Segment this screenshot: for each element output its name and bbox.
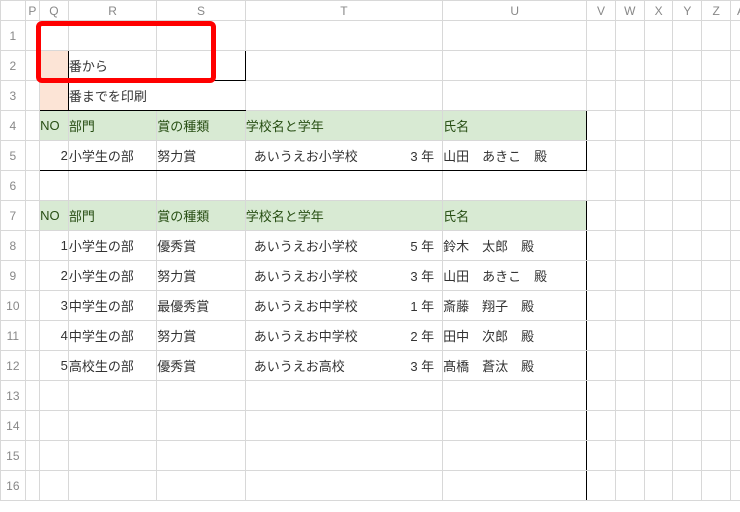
row-header[interactable]: 13 — [1, 381, 26, 411]
list-award[interactable]: 優秀賞 — [157, 231, 245, 261]
print-from-input[interactable] — [40, 51, 69, 81]
print-to-label: 番までを印刷 — [68, 81, 245, 111]
list-no[interactable]: 1 — [40, 231, 69, 261]
list-school[interactable]: あいうえお小学校3 年 — [245, 261, 442, 291]
spreadsheet: P Q R S T U V W X Y Z AA 1 2 — [0, 0, 740, 512]
list-name[interactable]: 山田 あきこ 殿 — [443, 261, 587, 291]
single-award[interactable]: 努力賞 — [157, 141, 245, 171]
col-header[interactable]: AA — [731, 1, 740, 21]
list-award[interactable]: 努力賞 — [157, 321, 245, 351]
header-bumon: 部門 — [68, 111, 156, 141]
row-header[interactable]: 14 — [1, 411, 26, 441]
col-header[interactable]: P — [25, 1, 39, 21]
cell[interactable] — [25, 111, 39, 141]
row-header[interactable]: 3 — [1, 81, 26, 111]
row-header[interactable]: 12 — [1, 351, 26, 381]
print-from-label: 番から — [68, 51, 156, 81]
col-header[interactable]: X — [644, 1, 673, 21]
col-header[interactable]: R — [68, 1, 156, 21]
list-school[interactable]: あいうえお中学校1 年 — [245, 291, 442, 321]
row-header[interactable]: 2 — [1, 51, 26, 81]
single-name[interactable]: 山田 あきこ 殿 — [443, 141, 587, 171]
list-row: 11 4 中学生の部 努力賞 あいうえお中学校2 年 田中 次郎 殿 — [1, 321, 740, 351]
header-name: 氏名 — [443, 201, 587, 231]
list-award[interactable]: 最優秀賞 — [157, 291, 245, 321]
row-header[interactable]: 10 — [1, 291, 26, 321]
header-name: 氏名 — [443, 111, 587, 141]
header-award: 賞の種類 — [157, 201, 245, 231]
row-header[interactable]: 6 — [1, 171, 26, 201]
list-row: 8 1 小学生の部 優秀賞 あいうえお小学校5 年 鈴木 太郎 殿 — [1, 231, 740, 261]
list-bumon[interactable]: 高校生の部 — [68, 351, 156, 381]
row-header[interactable]: 1 — [1, 21, 26, 51]
header-bumon: 部門 — [68, 201, 156, 231]
col-header[interactable]: T — [245, 1, 442, 21]
single-school[interactable]: あいうえお小学校3 年 — [245, 141, 442, 171]
list-bumon[interactable]: 中学生の部 — [68, 321, 156, 351]
col-header[interactable]: U — [443, 1, 587, 21]
header-award: 賞の種類 — [157, 111, 245, 141]
list-school[interactable]: あいうえお高校3 年 — [245, 351, 442, 381]
col-header[interactable]: W — [615, 1, 644, 21]
cell[interactable] — [25, 141, 39, 171]
col-header[interactable]: V — [587, 1, 616, 21]
cell[interactable] — [25, 51, 39, 81]
row-header[interactable]: 5 — [1, 141, 26, 171]
col-header[interactable]: Z — [702, 1, 731, 21]
list-bumon[interactable]: 小学生の部 — [68, 261, 156, 291]
row-header[interactable]: 8 — [1, 231, 26, 261]
list-row: 12 5 高校生の部 優秀賞 あいうえお高校3 年 髙橋 蒼汰 殿 — [1, 351, 740, 381]
header-school: 学校名と学年 — [245, 201, 442, 231]
list-award[interactable]: 努力賞 — [157, 261, 245, 291]
cell[interactable] — [40, 381, 69, 411]
list-no[interactable]: 3 — [40, 291, 69, 321]
cell[interactable] — [25, 201, 39, 231]
row-header[interactable]: 9 — [1, 261, 26, 291]
list-name[interactable]: 斎藤 翔子 殿 — [443, 291, 587, 321]
list-bumon[interactable]: 小学生の部 — [68, 231, 156, 261]
cell[interactable] — [40, 441, 69, 471]
list-award[interactable]: 優秀賞 — [157, 351, 245, 381]
row-header[interactable]: 11 — [1, 321, 26, 351]
list-name[interactable]: 田中 次郎 殿 — [443, 321, 587, 351]
col-header[interactable]: Y — [673, 1, 702, 21]
col-header[interactable]: Q — [40, 1, 69, 21]
single-no[interactable]: 2 — [40, 141, 69, 171]
cell[interactable] — [40, 471, 69, 501]
cell[interactable] — [25, 21, 39, 51]
print-to-input[interactable] — [40, 81, 69, 111]
list-no[interactable]: 4 — [40, 321, 69, 351]
row-header[interactable]: 16 — [1, 471, 26, 501]
row-header[interactable]: 4 — [1, 111, 26, 141]
list-school[interactable]: あいうえお中学校2 年 — [245, 321, 442, 351]
list-row: 9 2 小学生の部 努力賞 あいうえお小学校3 年 山田 あきこ 殿 — [1, 261, 740, 291]
list-name[interactable]: 鈴木 太郎 殿 — [443, 231, 587, 261]
single-bumon[interactable]: 小学生の部 — [68, 141, 156, 171]
header-no: NO — [40, 111, 69, 141]
header-school: 学校名と学年 — [245, 111, 442, 141]
cell[interactable] — [157, 51, 245, 81]
cell[interactable] — [40, 411, 69, 441]
column-header-row: P Q R S T U V W X Y Z AA — [1, 1, 740, 21]
list-no[interactable]: 5 — [40, 351, 69, 381]
grid-table: P Q R S T U V W X Y Z AA 1 2 — [0, 0, 740, 501]
cell[interactable] — [25, 81, 39, 111]
row-header[interactable]: 7 — [1, 201, 26, 231]
list-no[interactable]: 2 — [40, 261, 69, 291]
list-row: 10 3 中学生の部 最優秀賞 あいうえお中学校1 年 斎藤 翔子 殿 — [1, 291, 740, 321]
list-name[interactable]: 髙橋 蒼汰 殿 — [443, 351, 587, 381]
list-bumon[interactable]: 中学生の部 — [68, 291, 156, 321]
col-header[interactable]: S — [157, 1, 245, 21]
row-header[interactable]: 15 — [1, 441, 26, 471]
header-no: NO — [40, 201, 69, 231]
list-school[interactable]: あいうえお小学校5 年 — [245, 231, 442, 261]
